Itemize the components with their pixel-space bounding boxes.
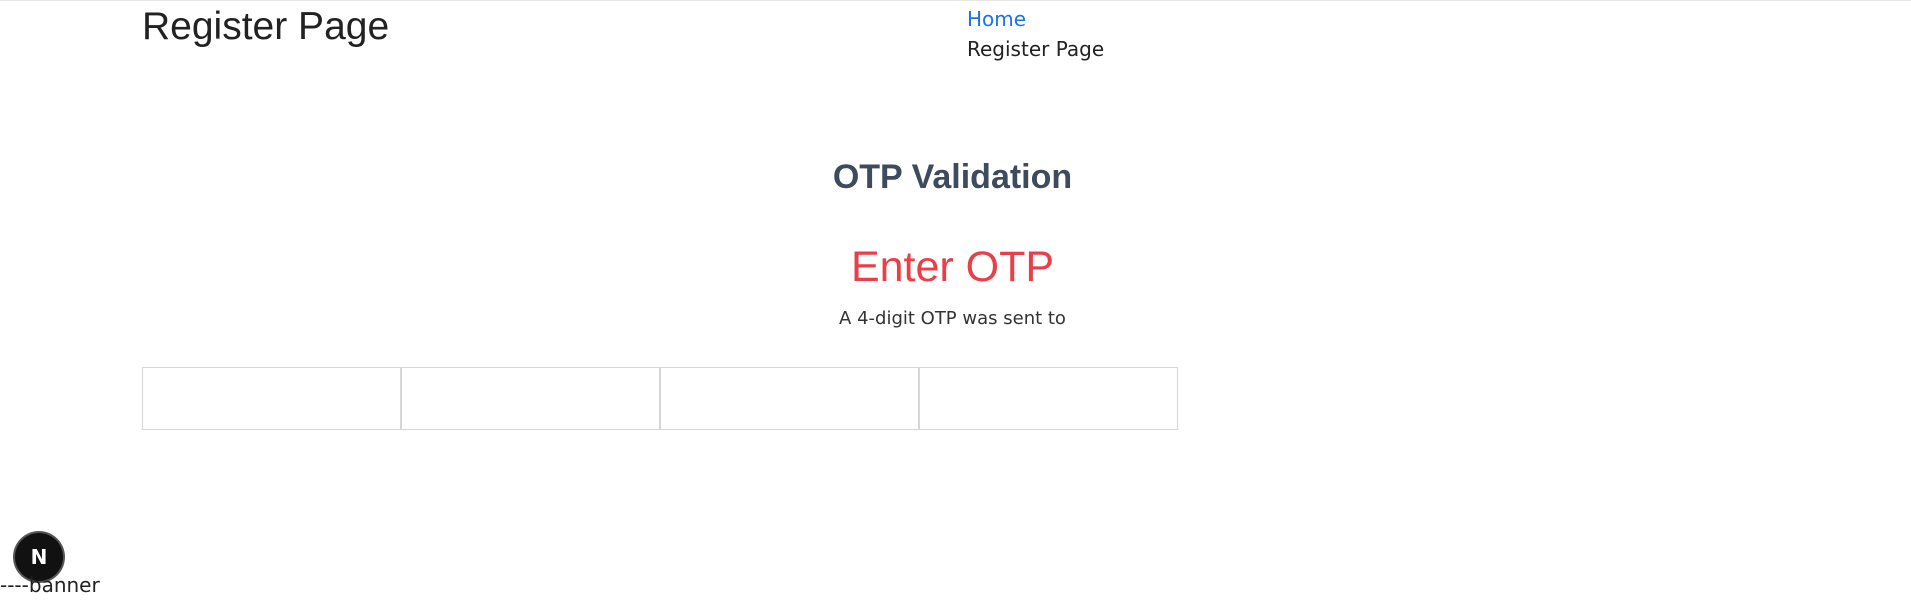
otp-digit-3-input[interactable] xyxy=(660,367,919,430)
otp-digit-2-input[interactable] xyxy=(401,367,660,430)
otp-subtext: A 4-digit OTP was sent to xyxy=(839,308,1066,329)
page-title: Register Page xyxy=(142,5,390,48)
breadcrumb-home-link[interactable]: Home xyxy=(967,4,1104,34)
page: Register Page Home Register Page OTP Val… xyxy=(0,0,1911,602)
breadcrumb: Home Register Page xyxy=(967,4,1104,64)
breadcrumb-current: Register Page xyxy=(967,37,1105,61)
otp-digit-1-input[interactable] xyxy=(142,367,401,430)
section-title: OTP Validation xyxy=(832,158,1073,196)
banner-text: ----banner xyxy=(0,573,100,597)
top-divider xyxy=(0,0,1911,1)
otp-heading: Enter OTP xyxy=(850,243,1055,291)
otp-digit-4-input[interactable] xyxy=(919,367,1178,430)
n-logo-icon: N xyxy=(30,545,48,569)
otp-input-group xyxy=(142,367,1178,430)
